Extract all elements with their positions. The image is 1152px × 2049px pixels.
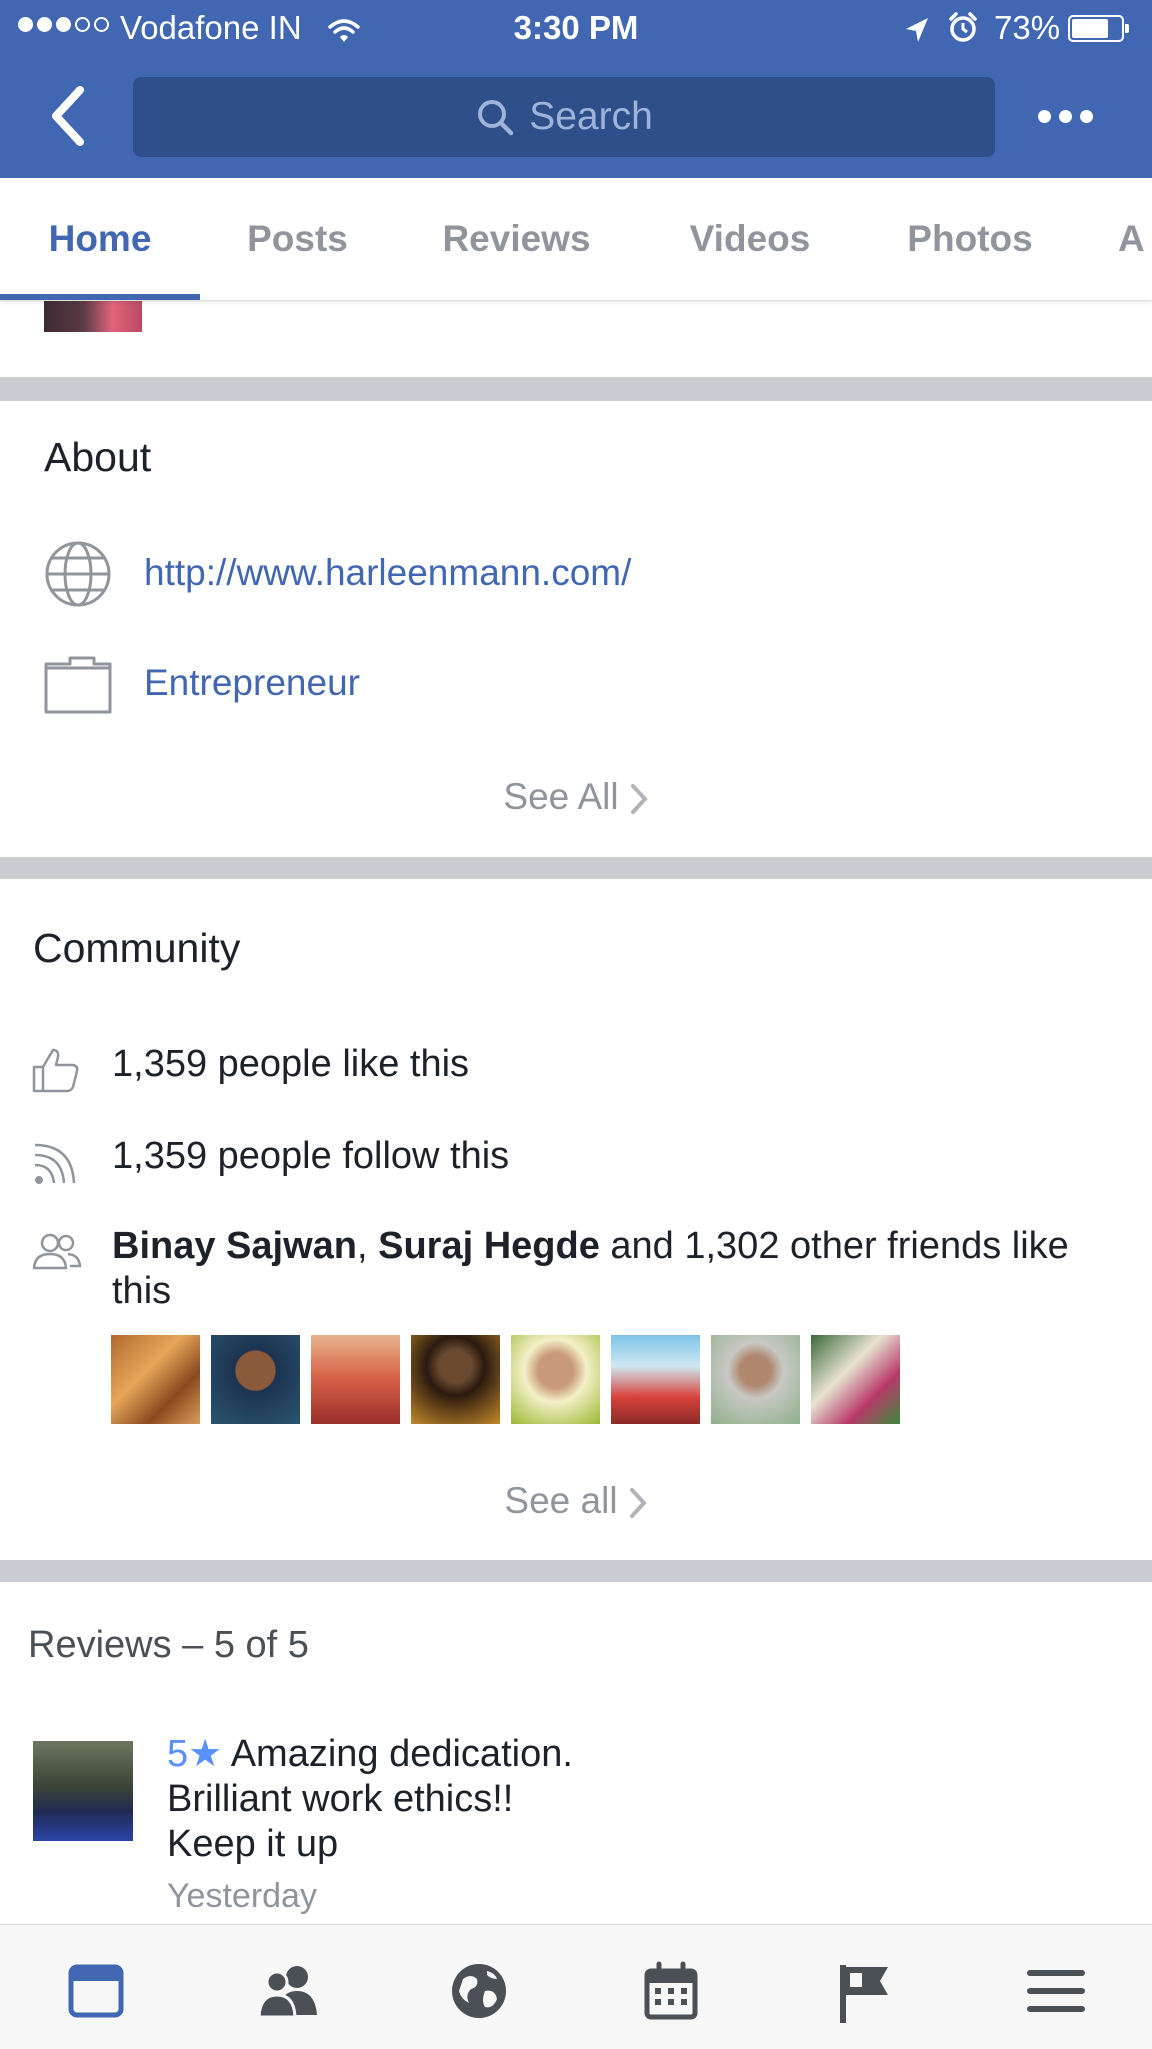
review-line: Keep it up <box>167 1823 339 1865</box>
page-tabs: Home Posts Reviews Videos Photos A <box>0 178 1152 301</box>
community-see-all-label: See all <box>504 1480 618 1521</box>
friend-avatar[interactable] <box>211 1335 300 1424</box>
friend-avatar[interactable] <box>111 1335 200 1424</box>
about-see-all-label: See All <box>503 776 619 817</box>
reviewer-avatar[interactable] <box>33 1741 133 1841</box>
friend-avatar[interactable] <box>411 1335 500 1424</box>
location-arrow-icon <box>904 14 930 52</box>
review-timestamp: Yesterday <box>167 1877 317 1915</box>
briefcase-icon <box>44 656 112 714</box>
about-see-all-link[interactable]: See All <box>0 776 1152 818</box>
website-row[interactable]: http://www.harleenmann.com/ <box>44 540 631 608</box>
friend-avatar[interactable] <box>711 1335 800 1424</box>
active-tab-indicator <box>0 294 200 300</box>
review-body: 5★ Amazing dedication. Brilliant work et… <box>167 1732 573 1867</box>
battery-percentage: 73% <box>994 9 1061 46</box>
friend-thumbnails <box>111 1335 900 1424</box>
community-title: Community <box>33 925 241 971</box>
more-icon <box>1037 109 1051 123</box>
star-icon: ★ <box>188 1733 223 1775</box>
status-bar: Vodafone IN 3:30 PM 73% <box>0 0 1152 58</box>
battery-icon <box>1068 15 1129 42</box>
menu-icon <box>1027 1970 1085 2012</box>
friend-avatar[interactable] <box>611 1335 700 1424</box>
friend-requests-icon <box>257 1966 317 2019</box>
notifications-tab[interactable] <box>449 1961 509 2021</box>
search-icon <box>478 100 514 136</box>
events-icon <box>644 1961 698 2020</box>
website-link[interactable]: http://www.harleenmann.com/ <box>144 552 631 594</box>
community-see-all-link[interactable]: See all <box>0 1480 1152 1522</box>
follows-count: 1,359 people follow this <box>112 1135 510 1177</box>
review-rating: 5 <box>167 1733 189 1775</box>
section-divider <box>0 857 1152 879</box>
category-row[interactable]: Entrepreneur <box>44 656 360 714</box>
pages-tab[interactable] <box>834 1961 894 2023</box>
back-button[interactable] <box>40 82 100 152</box>
events-tab[interactable] <box>643 1961 703 2021</box>
section-divider <box>0 377 1152 401</box>
notifications-globe-icon <box>452 1964 506 2018</box>
about-title: About <box>44 434 152 480</box>
review-line: Amazing dedication. <box>230 1733 573 1775</box>
friend-avatar[interactable] <box>311 1335 400 1424</box>
pages-flag-icon <box>840 1965 888 2023</box>
tab-about-partial[interactable]: A <box>1118 178 1152 300</box>
tab-videos[interactable]: Videos <box>650 178 850 300</box>
globe-icon <box>45 541 111 607</box>
tab-photos[interactable]: Photos <box>870 178 1070 300</box>
news-feed-icon <box>68 1964 124 2018</box>
news-feed-tab[interactable] <box>66 1961 126 2021</box>
tab-home[interactable]: Home <box>0 178 200 300</box>
category-link[interactable]: Entrepreneur <box>144 662 360 704</box>
menu-tab[interactable] <box>1026 1961 1086 2021</box>
tab-reviews[interactable]: Reviews <box>400 178 633 300</box>
likes-count: 1,359 people like this <box>112 1043 470 1085</box>
more-options-button[interactable] <box>1030 96 1100 136</box>
top-bar: Vodafone IN 3:30 PM 73% Search <box>0 0 1152 178</box>
friends-icon <box>32 1233 82 1270</box>
search-placeholder: Search <box>529 95 653 138</box>
friend-requests-tab[interactable] <box>257 1961 317 2021</box>
rss-icon <box>34 1143 76 1184</box>
friend-name-link[interactable]: Binay Sajwan <box>112 1225 357 1267</box>
back-arrow-icon <box>52 86 84 146</box>
friends-like-text: Binay Sajwan, Suraj Hegde and 1,302 othe… <box>112 1225 1069 1312</box>
profile-photo-partial[interactable] <box>44 300 142 332</box>
search-input[interactable]: Search <box>133 77 995 157</box>
bottom-tab-bar <box>0 1924 1152 2049</box>
chevron-right-icon <box>630 784 648 815</box>
tab-posts[interactable]: Posts <box>210 178 385 300</box>
alarm-clock-icon <box>948 12 978 52</box>
chevron-right-icon <box>629 1488 647 1519</box>
friend-name-link[interactable]: Suraj Hegde <box>378 1225 600 1267</box>
friend-avatar[interactable] <box>811 1335 900 1424</box>
friend-avatar[interactable] <box>511 1335 600 1424</box>
section-divider <box>0 1560 1152 1582</box>
reviews-title[interactable]: Reviews – 5 of 5 <box>28 1624 309 1667</box>
thumbs-up-icon <box>32 1048 79 1093</box>
review-line: Brilliant work ethics!! <box>167 1778 514 1820</box>
status-time: 3:30 PM <box>513 9 639 46</box>
